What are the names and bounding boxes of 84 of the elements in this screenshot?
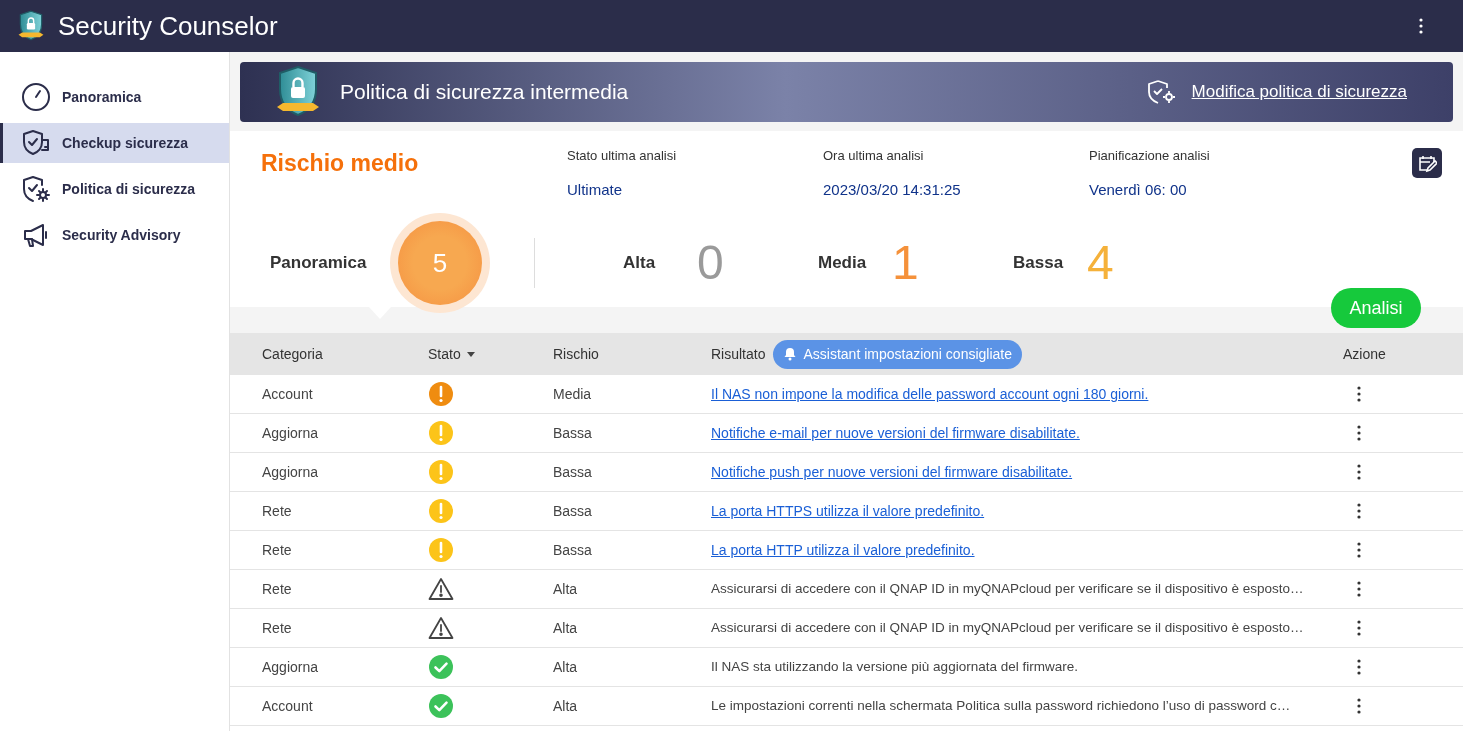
column-header: Categoria — [262, 344, 323, 364]
shield-lock-icon — [276, 65, 320, 119]
shield-check-icon — [21, 128, 51, 158]
result-text: Il NAS sta utilizzando la versione più aggiornata del firmware. — [711, 659, 1078, 675]
assistant-button[interactable]: Assistant impostazioni consigliate — [773, 339, 1022, 369]
category-cell-text: Account — [262, 384, 314, 404]
risk-count: 4 — [1087, 235, 1114, 291]
risk-cell-text: Alta — [553, 657, 579, 677]
category-cell-text: Aggiorna — [262, 423, 320, 443]
edit-policy-link[interactable]: Modifica politica di sicurezza — [1191, 79, 1407, 105]
shield-gear-icon — [21, 174, 51, 204]
category-cell-text: Account — [262, 696, 314, 716]
gauge-icon — [21, 82, 51, 112]
category-cell-text: Aggiorna — [262, 657, 320, 677]
risk-cell-text: Bassa — [553, 423, 593, 443]
more-icon[interactable] — [1357, 581, 1361, 597]
category-cell-text: Rete — [262, 540, 293, 560]
info-label: Stato ultima analisi — [567, 147, 678, 165]
result-link[interactable]: Notifiche push per nuove versioni del firmware disabilitate. — [711, 463, 1073, 480]
risk-level: Rischio medio — [261, 149, 420, 178]
info-label: Ora ultima analisi — [823, 147, 925, 165]
more-icon[interactable] — [1357, 698, 1361, 714]
total-risk-count: 5 — [432, 246, 448, 280]
exclamation-icon — [428, 537, 454, 563]
risk-cell-text: Alta — [553, 579, 579, 599]
more-icon[interactable] — [1357, 386, 1361, 402]
result-text: Assicurarsi di accedere con il QNAP ID in myQNAPcloud per verificare se il dispositivo è esposto… — [711, 620, 1304, 636]
check-circle-icon — [428, 654, 454, 680]
more-icon[interactable] — [1357, 464, 1361, 480]
sidebar-item[interactable]: Panoramica — [0, 77, 229, 117]
exclamation-icon — [428, 459, 454, 485]
info-value: Ultimate — [567, 179, 623, 200]
risk-cell-text: Media — [553, 384, 593, 404]
shield-gear-icon — [1145, 79, 1178, 105]
more-icon[interactable] — [1357, 620, 1361, 636]
app-title: Security Counselor — [58, 9, 278, 43]
exclamation-icon — [428, 381, 454, 407]
warning-icon — [428, 616, 454, 640]
warning-icon — [428, 577, 454, 601]
sidebar-item[interactable]: Politica di sicurezza — [0, 169, 229, 209]
risk-cell-text: Bassa — [553, 462, 593, 482]
column-header[interactable]: Stato — [428, 343, 461, 365]
policy-title: Politica di sicurezza intermedia — [340, 79, 629, 106]
result-link[interactable]: Notifiche e-mail per nuove versioni del firmware disabilitate. — [711, 424, 1080, 441]
sidebar-item[interactable]: Security Advisory — [0, 215, 229, 255]
result-link[interactable]: La porta HTTPS utilizza il valore predefinito. — [711, 502, 985, 519]
risk-cell-text: Bassa — [553, 540, 593, 560]
column-header: Risultato — [711, 344, 766, 364]
risk-cell-text: Alta — [553, 618, 579, 638]
risk-count: 0 — [697, 235, 724, 291]
more-icon[interactable] — [1357, 503, 1361, 519]
category-cell-text: Rete — [262, 579, 293, 599]
exclamation-icon — [428, 420, 454, 446]
result-link[interactable]: Il NAS non impone la modifica delle password account ogni 180 giorni. — [711, 385, 1149, 402]
calendar-edit-button[interactable] — [1412, 148, 1442, 178]
sort-down-icon — [466, 351, 475, 357]
exclamation-icon — [428, 498, 454, 524]
more-icon[interactable] — [1357, 659, 1361, 675]
sidebar-item[interactable]: Checkup sicurezza — [0, 123, 229, 163]
category-cell-text: Rete — [262, 501, 293, 521]
calendar-edit-icon — [1417, 153, 1437, 173]
risk-count-label: Media — [818, 252, 868, 275]
overview-label: Panoramica — [270, 252, 368, 275]
more-icon[interactable] — [1419, 18, 1423, 34]
bell-icon — [783, 347, 798, 361]
result-text: Le impostazioni correnti nella schermata Politica sulla password richiedono l’uso di password c… — [711, 698, 1291, 714]
check-circle-icon — [428, 693, 454, 719]
more-icon[interactable] — [1357, 425, 1361, 441]
result-text: Assicurarsi di accedere con il QNAP ID in myQNAPcloud per verificare se il dispositivo è esposto… — [711, 581, 1304, 597]
column-header: Azione — [1343, 344, 1386, 364]
info-value: Venerdì 06: 00 — [1089, 179, 1188, 200]
column-header: Rischio — [553, 344, 599, 364]
risk-count: 1 — [892, 235, 919, 291]
risk-count-label: Alta — [623, 252, 657, 275]
category-cell-text: Rete — [262, 618, 293, 638]
info-value: 2023/03/20 14:31:25 — [823, 179, 962, 200]
category-cell-text: Aggiorna — [262, 462, 320, 482]
more-icon[interactable] — [1357, 542, 1361, 558]
risk-cell-text: Bassa — [553, 501, 593, 521]
risk-cell-text: Alta — [553, 696, 579, 716]
risk-count-label: Bassa — [1013, 252, 1065, 275]
shield-lock-icon — [18, 10, 44, 42]
info-label: Pianificazione analisi — [1089, 147, 1211, 165]
result-link[interactable]: La porta HTTP utilizza il valore predefinito. — [711, 541, 975, 558]
